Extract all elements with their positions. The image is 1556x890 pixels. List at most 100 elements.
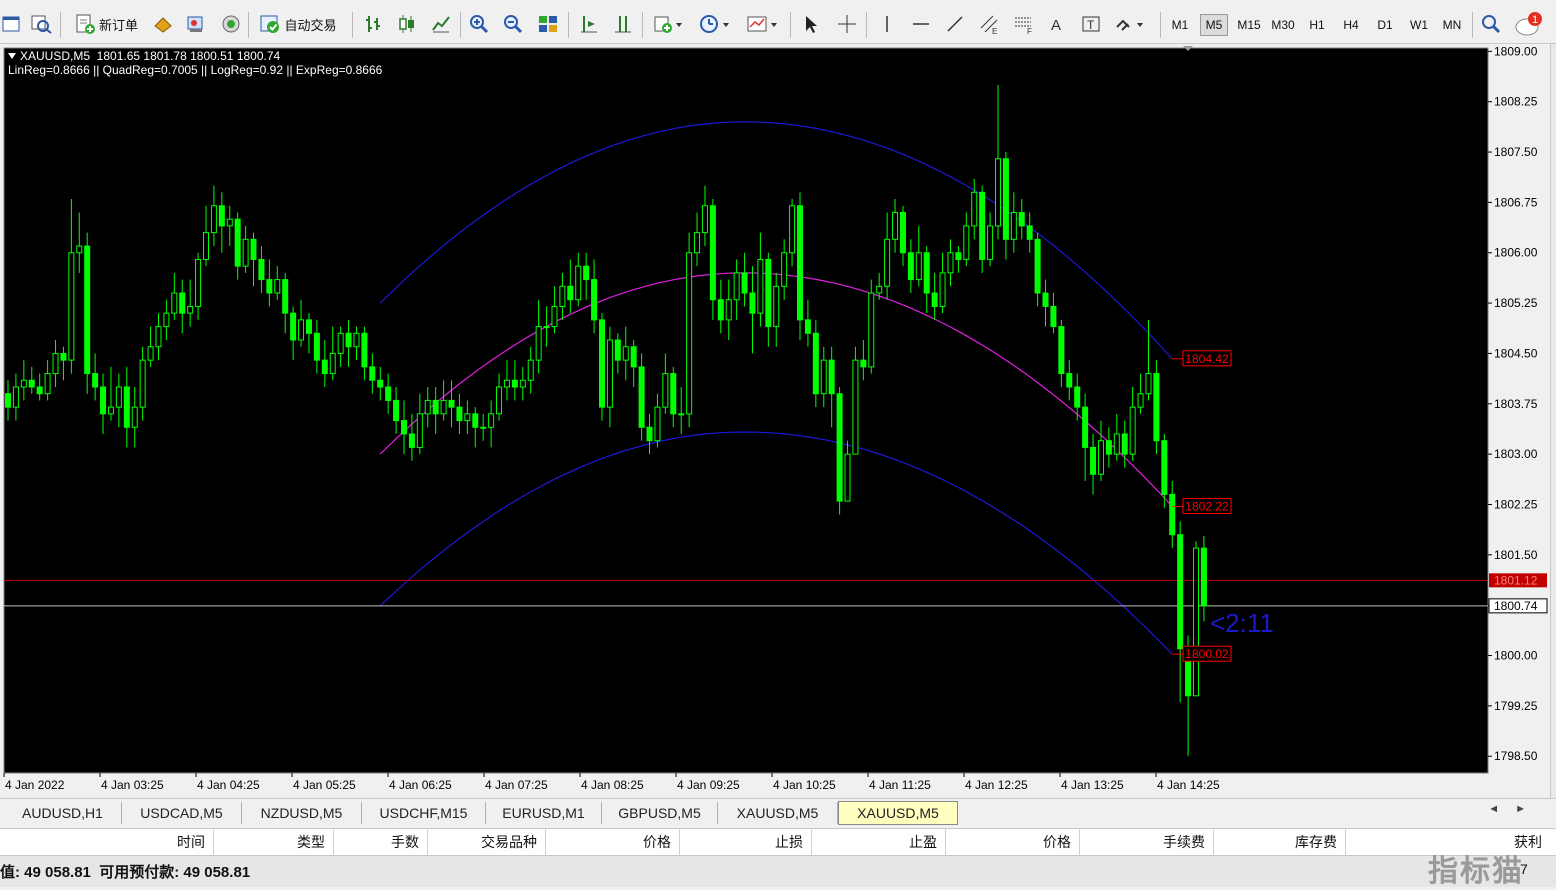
timeframe-m30[interactable]: M30 — [1268, 14, 1298, 36]
timeframe-h4[interactable]: H4 — [1338, 14, 1364, 36]
candle-body — [686, 252, 693, 415]
window-icon[interactable] — [0, 12, 22, 36]
equidistant-channel-icon[interactable]: E — [976, 12, 1002, 36]
candle-body — [599, 319, 605, 408]
vertical-line-icon[interactable] — [874, 12, 900, 36]
candle-body — [76, 245, 83, 254]
tab-scroll-arrows-icon[interactable]: ◄► — [1488, 803, 1542, 815]
candle — [638, 353, 645, 441]
col-current-price[interactable]: 价格 — [946, 829, 1080, 856]
periods-dropdown-icon[interactable] — [696, 12, 734, 36]
auto-scroll-icon[interactable] — [576, 12, 602, 36]
col-symbol[interactable]: 交易品种 — [428, 829, 546, 856]
chart-window[interactable]: 1809.00 1808.25 1807.50 1806.75 1806.00 1805.… — [0, 44, 1553, 798]
fibonacci-icon[interactable]: F — [1010, 12, 1036, 36]
candle-body — [258, 258, 265, 281]
tab-nzdusd-m5[interactable]: NZDUSD,M5 — [242, 802, 362, 824]
candle — [852, 346, 859, 455]
templates-dropdown-icon[interactable] — [744, 12, 782, 36]
right-scroll-edge[interactable] — [1550, 44, 1556, 798]
candle-body — [480, 426, 487, 429]
col-swap[interactable]: 库存费 — [1214, 829, 1346, 856]
zoom-out-icon[interactable] — [500, 12, 526, 36]
candle — [979, 185, 986, 273]
candle-body — [591, 279, 598, 321]
timeframe-d1[interactable]: D1 — [1372, 14, 1398, 36]
timeframe-m15[interactable]: M15 — [1234, 14, 1264, 36]
timeframe-m1[interactable]: M1 — [1166, 14, 1194, 36]
col-lots[interactable]: 手数 — [334, 829, 428, 856]
x-axis-tick-label: 4 Jan 10:25 — [773, 778, 836, 792]
col-price[interactable]: 价格 — [546, 829, 680, 856]
tab-gbpusd-m5[interactable]: GBPUSD,M5 — [602, 802, 718, 824]
arrows-dropdown-icon[interactable] — [1112, 12, 1150, 36]
candle — [868, 279, 875, 374]
data-window-icon[interactable] — [183, 12, 209, 36]
chart-shift-icon[interactable] — [610, 12, 636, 36]
new-order-button[interactable]: 新订单 — [68, 12, 144, 36]
candle-body — [701, 205, 708, 234]
tile-windows-icon[interactable] — [535, 12, 561, 36]
cursor-icon[interactable] — [798, 12, 824, 36]
candle-body — [1105, 440, 1112, 455]
candle-body — [995, 158, 1001, 227]
bar-countdown-label: <2:11 — [1210, 608, 1274, 638]
candle-body — [5, 393, 11, 408]
channel-level-label: 1800.02 — [1185, 647, 1229, 661]
candle-body — [171, 292, 178, 314]
candlestick-icon[interactable] — [394, 12, 420, 36]
indicators-dropdown-icon[interactable] — [650, 12, 686, 36]
candle-body — [218, 205, 225, 227]
candle-body — [353, 332, 360, 348]
tab-usdchf-m15[interactable]: USDCHF,M15 — [362, 802, 486, 824]
col-stop-loss[interactable]: 止损 — [680, 829, 812, 856]
trendline-icon[interactable] — [942, 12, 968, 36]
candle-body — [757, 258, 764, 314]
timeframe-h1[interactable]: H1 — [1304, 14, 1330, 36]
timeframe-w1[interactable]: W1 — [1406, 14, 1432, 36]
x-axis-tick-label: 4 Jan 12:25 — [965, 778, 1028, 792]
candle-body — [345, 332, 352, 348]
bar-chart-icon[interactable] — [360, 12, 386, 36]
chart-menu-triangle-icon[interactable] — [8, 53, 16, 59]
timeframe-mn[interactable]: MN — [1438, 14, 1466, 36]
tab-eurusd-m1[interactable]: EURUSD,M1 — [486, 802, 602, 824]
candle-body — [1193, 547, 1199, 697]
candle-body — [313, 332, 320, 361]
candle-body — [828, 359, 835, 395]
zoom-in-icon[interactable] — [466, 12, 492, 36]
col-type[interactable]: 类型 — [214, 829, 334, 856]
tab-xauusd-m5-active[interactable]: XAUUSD,M5 — [838, 801, 958, 825]
candle-body — [440, 399, 447, 415]
market-watch-icon[interactable] — [150, 12, 176, 36]
col-time[interactable]: 时间 — [0, 829, 214, 856]
tab-usdcad-m5[interactable]: USDCAD,M5 — [122, 802, 242, 824]
line-chart-icon[interactable] — [428, 12, 454, 36]
chat-notification-icon[interactable]: 1 — [1512, 12, 1548, 36]
candle-body — [448, 399, 455, 408]
horizontal-line-icon[interactable] — [908, 12, 934, 36]
plot-area — [3, 47, 1489, 774]
col-take-profit[interactable]: 止盈 — [812, 829, 946, 856]
navigator-icon[interactable] — [218, 12, 244, 36]
col-commission[interactable]: 手续费 — [1080, 829, 1214, 856]
candle-body — [92, 373, 99, 388]
bid-price-badge-label: 1801.12 — [1494, 573, 1538, 587]
y-axis-tick-label: 1803.00 — [1494, 447, 1538, 461]
tab-audusd-h1[interactable]: AUDUSD,H1 — [4, 802, 122, 824]
tab-xauusd-m5[interactable]: XAUUSD,M5 — [718, 802, 838, 824]
candle-body — [1121, 433, 1128, 455]
candle-body — [274, 279, 281, 294]
price-chart[interactable]: 1809.00 1808.25 1807.50 1806.75 1806.00 1805.… — [0, 44, 1553, 798]
toolbar-separator — [568, 12, 569, 38]
crosshair-icon[interactable] — [834, 12, 860, 36]
text-label-icon[interactable]: T — [1078, 12, 1104, 36]
y-axis-tick-label: 1806.75 — [1494, 195, 1538, 209]
search-icon[interactable] — [1478, 12, 1504, 36]
auto-trading-button[interactable]: 自动交易 — [252, 12, 344, 36]
timeframe-m5[interactable]: M5 — [1200, 14, 1228, 36]
toolbar-separator — [790, 12, 791, 38]
toolbar-separator — [460, 12, 461, 38]
text-icon[interactable]: A — [1044, 12, 1070, 36]
profiles-icon[interactable] — [28, 12, 54, 36]
